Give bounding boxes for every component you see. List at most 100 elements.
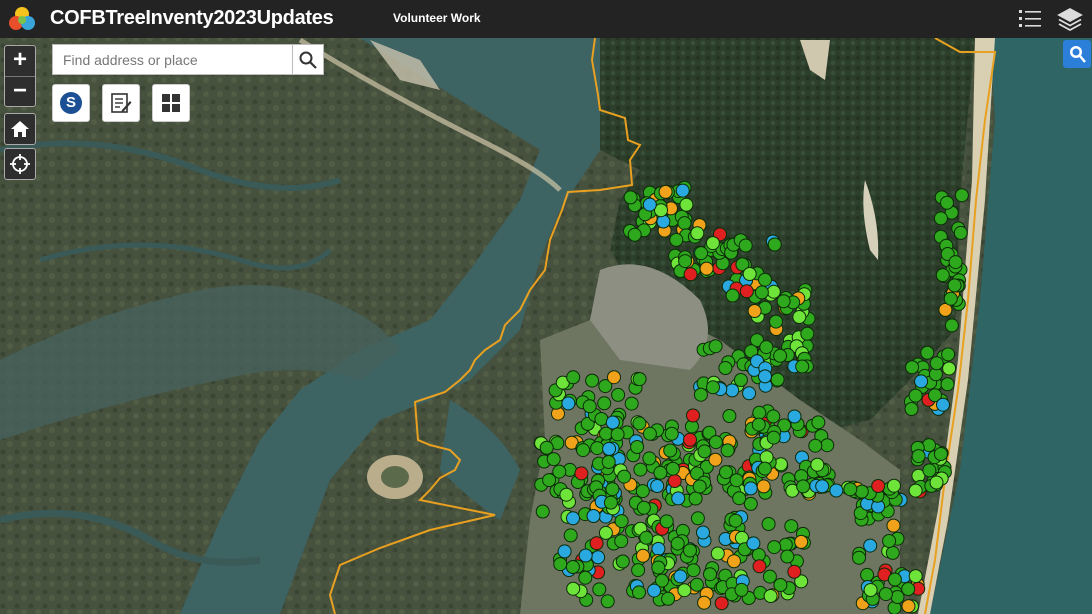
tree-point[interactable] [642, 451, 657, 466]
tree-point[interactable] [692, 479, 707, 494]
tree-point[interactable] [663, 443, 678, 458]
tree-point[interactable] [605, 482, 620, 497]
tree-point[interactable] [636, 548, 650, 563]
tree-point[interactable] [929, 356, 944, 371]
tree-point[interactable] [683, 543, 697, 558]
tree-point[interactable] [714, 596, 729, 611]
tree-point[interactable] [614, 534, 629, 549]
tree-point[interactable] [656, 214, 671, 229]
tree-point[interactable] [787, 409, 802, 424]
tree-point[interactable] [611, 387, 626, 402]
tree-point[interactable] [669, 232, 684, 247]
tree-point[interactable] [943, 291, 958, 306]
tree-point[interactable] [600, 594, 615, 609]
tree-point[interactable] [778, 537, 793, 552]
tree-point[interactable] [603, 495, 618, 510]
tree-point[interactable] [808, 438, 823, 453]
tree-point[interactable] [699, 261, 714, 276]
tree-point[interactable] [677, 216, 692, 231]
tree-point[interactable] [860, 567, 875, 582]
tree-point[interactable] [627, 227, 642, 242]
tree-point[interactable] [553, 557, 568, 572]
tree-point[interactable] [720, 443, 735, 458]
tree-point[interactable] [642, 426, 657, 441]
locate-button[interactable] [4, 148, 36, 180]
tree-point[interactable] [661, 591, 676, 606]
tree-point[interactable] [582, 399, 597, 414]
tree-point[interactable] [578, 548, 593, 563]
tree-point[interactable] [651, 541, 666, 556]
tree-point[interactable] [885, 545, 900, 560]
tree-point[interactable] [886, 518, 901, 533]
tree-point[interactable] [693, 387, 708, 402]
tree-point[interactable] [767, 540, 782, 555]
tree-point[interactable] [766, 430, 781, 445]
tree-point[interactable] [767, 237, 782, 252]
tree-point[interactable] [882, 534, 897, 548]
tree-point[interactable] [689, 577, 704, 592]
tree-point[interactable] [659, 514, 674, 529]
zoom-in-button[interactable]: + [5, 46, 35, 76]
tree-point[interactable] [589, 536, 604, 551]
tree-point[interactable] [665, 461, 680, 476]
s-app-button[interactable]: S [52, 84, 90, 122]
tree-point[interactable] [719, 465, 733, 480]
basemap-gallery-button[interactable] [152, 84, 190, 122]
tree-point[interactable] [811, 415, 826, 430]
tree-point[interactable] [933, 447, 948, 461]
tree-point[interactable] [908, 388, 923, 403]
tree-point[interactable] [614, 514, 629, 529]
tree-point[interactable] [590, 441, 605, 456]
tree-point[interactable] [758, 272, 772, 287]
tree-point[interactable] [810, 457, 825, 472]
tree-point[interactable] [578, 570, 593, 585]
tree-point[interactable] [586, 509, 601, 523]
tree-point[interactable] [780, 549, 795, 564]
tree-point[interactable] [697, 595, 712, 610]
tree-point[interactable] [633, 462, 648, 477]
tree-point[interactable] [863, 538, 878, 553]
tree-point[interactable] [592, 582, 607, 597]
zoom-out-button[interactable]: − [5, 76, 35, 107]
tree-point[interactable] [601, 455, 616, 469]
tree-point[interactable] [758, 369, 772, 384]
tree-point[interactable] [697, 444, 712, 459]
tree-point[interactable] [843, 482, 858, 497]
map-view[interactable] [0, 38, 1092, 614]
tree-point[interactable] [706, 380, 720, 395]
search-button[interactable] [292, 44, 324, 75]
tree-point[interactable] [754, 285, 769, 300]
tree-point[interactable] [647, 583, 662, 598]
tree-point[interactable] [623, 190, 638, 205]
tree-point[interactable] [686, 408, 700, 423]
tree-point[interactable] [794, 534, 809, 549]
tree-point[interactable] [871, 479, 886, 493]
tree-point[interactable] [773, 348, 788, 363]
tree-point[interactable] [887, 572, 902, 587]
tree-point[interactable] [539, 440, 554, 455]
tree-point[interactable] [947, 278, 962, 293]
tree-point[interactable] [670, 536, 685, 551]
tree-point[interactable] [708, 435, 723, 450]
tree-point[interactable] [769, 314, 783, 329]
tree-point[interactable] [922, 463, 937, 478]
tree-point[interactable] [933, 211, 948, 226]
tree-point[interactable] [673, 569, 688, 584]
tree-point[interactable] [607, 370, 621, 385]
tree-point[interactable] [920, 345, 935, 360]
tree-point[interactable] [729, 473, 744, 488]
tree-point[interactable] [546, 452, 561, 467]
tree-point[interactable] [904, 402, 919, 416]
tree-point[interactable] [651, 560, 666, 575]
tree-point[interactable] [631, 563, 646, 578]
tree-point[interactable] [535, 504, 550, 519]
tree-point[interactable] [795, 359, 810, 374]
tree-point[interactable] [953, 225, 968, 240]
tree-point[interactable] [728, 513, 743, 528]
tree-point[interactable] [940, 195, 954, 210]
tree-point[interactable] [935, 268, 950, 283]
tree-point[interactable] [708, 452, 723, 467]
tree-point[interactable] [630, 440, 645, 454]
tree-point[interactable] [688, 491, 703, 506]
satellite-basemap[interactable] [0, 38, 1092, 614]
